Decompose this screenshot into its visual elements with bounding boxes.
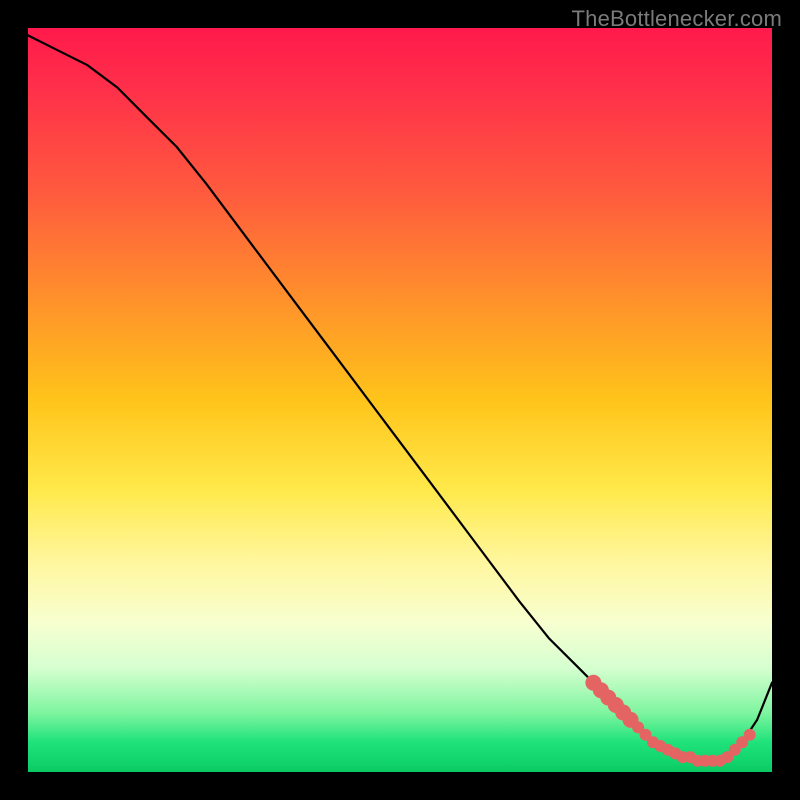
bottleneck-curve: [28, 35, 772, 760]
highlight-markers: [585, 675, 755, 767]
chart-frame: TheBottlenecker.com: [0, 0, 800, 800]
attribution-text: TheBottlenecker.com: [572, 6, 782, 32]
curve-svg: [28, 28, 772, 772]
plot-area: [28, 28, 772, 772]
marker-dot: [744, 729, 756, 741]
